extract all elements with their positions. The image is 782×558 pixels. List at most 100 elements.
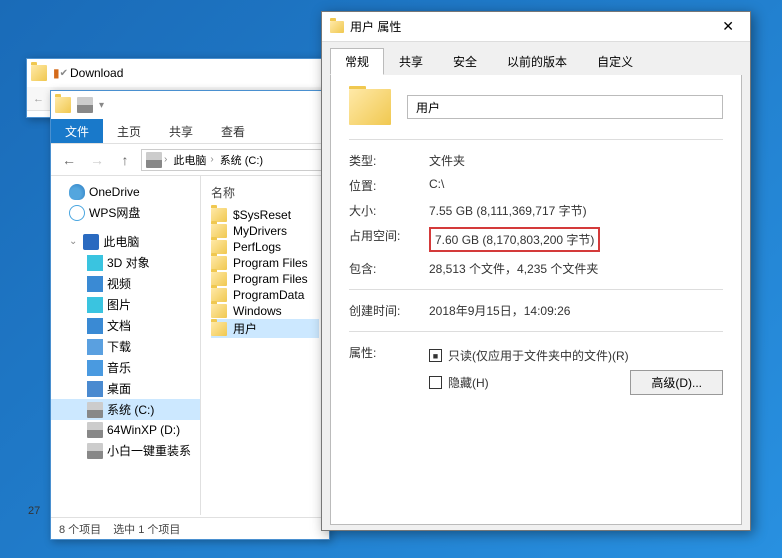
ribbon: 文件 主页 共享 查看 xyxy=(51,119,329,144)
folder-icon xyxy=(211,322,227,336)
nav-back[interactable]: ← xyxy=(57,148,81,172)
folder-icon xyxy=(211,304,227,318)
file-name: Program Files xyxy=(233,256,308,270)
folder-icon xyxy=(211,240,227,254)
check-icon: ✔ xyxy=(60,68,68,79)
tab-security[interactable]: 安全 xyxy=(438,48,492,75)
crumb-pc[interactable]: 此电脑 xyxy=(171,152,208,168)
3d-icon xyxy=(87,255,103,271)
folder-icon xyxy=(330,21,344,33)
file-row[interactable]: $SysReset xyxy=(211,207,319,223)
disk-icon xyxy=(87,422,103,438)
file-row[interactable]: MyDrivers xyxy=(211,223,319,239)
tree-3d[interactable]: 3D 对象 xyxy=(51,252,200,273)
sizeondisk-label: 占用空间: xyxy=(349,227,429,252)
tree-music[interactable]: 音乐 xyxy=(51,357,200,378)
folder-icon xyxy=(55,97,71,113)
ribbon-home-tab[interactable]: 主页 xyxy=(103,119,155,144)
file-row[interactable]: Windows xyxy=(211,303,319,319)
size-label: 大小: xyxy=(349,202,429,219)
file-row[interactable]: Program Files xyxy=(211,255,319,271)
tree-winxp[interactable]: 64WinXP (D:) xyxy=(51,420,200,440)
tree-sysdrive[interactable]: 系统 (C:) xyxy=(51,399,200,420)
file-row[interactable]: ProgramData xyxy=(211,287,319,303)
disk-icon xyxy=(87,443,103,459)
tab-share[interactable]: 共享 xyxy=(384,48,438,75)
pictures-icon xyxy=(87,297,103,313)
ribbon-file-tab[interactable]: 文件 xyxy=(51,119,103,143)
address-bar[interactable]: › 此电脑 › 系统 (C:) xyxy=(141,149,323,171)
readonly-checkbox[interactable]: ■ xyxy=(429,349,442,362)
drive-icon xyxy=(146,152,162,168)
size-value: 7.55 GB (8,111,369,717 字节) xyxy=(429,202,723,219)
folder-name-input[interactable] xyxy=(407,95,723,119)
tree-pictures[interactable]: 图片 xyxy=(51,294,200,315)
file-name: Windows xyxy=(233,304,282,318)
tab-general[interactable]: 常规 xyxy=(330,48,384,75)
file-name: 用户 xyxy=(233,320,257,337)
contains-value: 28,513 个文件，4,235 个文件夹 xyxy=(429,260,723,277)
created-value: 2018年9月15日，14:09:26 xyxy=(429,302,723,319)
video-icon xyxy=(87,276,103,292)
tree-onedrive[interactable]: OneDrive xyxy=(51,182,200,202)
docs-icon xyxy=(87,318,103,334)
status-count: 8 个项目 xyxy=(59,521,101,537)
type-label: 类型: xyxy=(349,152,429,169)
drive-icon xyxy=(77,97,93,113)
ribbon-view-tab[interactable]: 查看 xyxy=(207,119,259,144)
nav-fwd[interactable]: → xyxy=(85,148,109,172)
file-name: PerfLogs xyxy=(233,240,281,254)
download-icon xyxy=(87,339,103,355)
folder-icon xyxy=(211,256,227,270)
tree-docs[interactable]: 文档 xyxy=(51,315,200,336)
tree-video[interactable]: 视频 xyxy=(51,273,200,294)
explorer-titlebar: ▾ xyxy=(51,91,329,119)
pc-icon xyxy=(83,234,99,250)
advanced-button[interactable]: 高级(D)... xyxy=(630,370,723,395)
folder-icon xyxy=(211,208,227,222)
nav-up[interactable]: ↑ xyxy=(113,148,137,172)
file-name: ProgramData xyxy=(233,288,304,302)
folder-large-icon xyxy=(349,89,391,125)
music-icon xyxy=(87,360,103,376)
folder-icon xyxy=(31,65,47,81)
nav-back-icon[interactable]: ← xyxy=(33,93,44,105)
tree-downloads[interactable]: 下载 xyxy=(51,336,200,357)
close-button[interactable]: ✕ xyxy=(714,18,742,35)
download-title: Download xyxy=(70,66,123,80)
contains-label: 包含: xyxy=(349,260,429,277)
readonly-label: 只读(仅应用于文件夹中的文件)(R) xyxy=(448,347,629,364)
download-titlebar: ▮ ✔ Download xyxy=(27,59,325,87)
crumb-drive[interactable]: 系统 (C:) xyxy=(218,152,265,168)
tree-thispc[interactable]: ⌄此电脑 xyxy=(51,231,200,252)
properties-titlebar: 用户 属性 ✕ xyxy=(322,12,750,42)
location-value: C:\ xyxy=(429,177,723,194)
file-name: MyDrivers xyxy=(233,224,287,238)
tab-previous[interactable]: 以前的版本 xyxy=(492,48,582,75)
explorer-window: ▾ 文件 主页 共享 查看 ← → ↑ › 此电脑 › 系统 (C:) OneD… xyxy=(50,90,330,540)
file-list: 名称 $SysReset MyDrivers PerfLogs Program Fil… xyxy=(201,176,329,515)
file-row[interactable]: PerfLogs xyxy=(211,239,319,255)
folder-icon xyxy=(211,288,227,302)
ribbon-share-tab[interactable]: 共享 xyxy=(155,119,207,144)
desktop-icon xyxy=(87,381,103,397)
disk-icon xyxy=(87,402,103,418)
file-row[interactable]: 用户 xyxy=(211,319,319,338)
tree-desktop[interactable]: 桌面 xyxy=(51,378,200,399)
properties-tabs: 常规 共享 安全 以前的版本 自定义 xyxy=(322,42,750,75)
folder-icon xyxy=(211,272,227,286)
tree-xiaobai[interactable]: 小白一键重装系 xyxy=(51,440,200,461)
address-row: ← → ↑ › 此电脑 › 系统 (C:) xyxy=(51,144,329,176)
bg-status: 27 xyxy=(28,505,40,517)
folder-icon xyxy=(211,224,227,238)
hidden-checkbox[interactable] xyxy=(429,376,442,389)
hidden-label: 隐藏(H) xyxy=(448,374,489,391)
col-name[interactable]: 名称 xyxy=(211,182,319,207)
location-label: 位置: xyxy=(349,177,429,194)
attributes-label: 属性: xyxy=(349,344,429,398)
properties-title: 用户 属性 xyxy=(350,18,401,35)
tree-wps[interactable]: WPS网盘 xyxy=(51,202,200,223)
file-row[interactable]: Program Files xyxy=(211,271,319,287)
tab-custom[interactable]: 自定义 xyxy=(582,48,648,75)
file-name: $SysReset xyxy=(233,208,291,222)
